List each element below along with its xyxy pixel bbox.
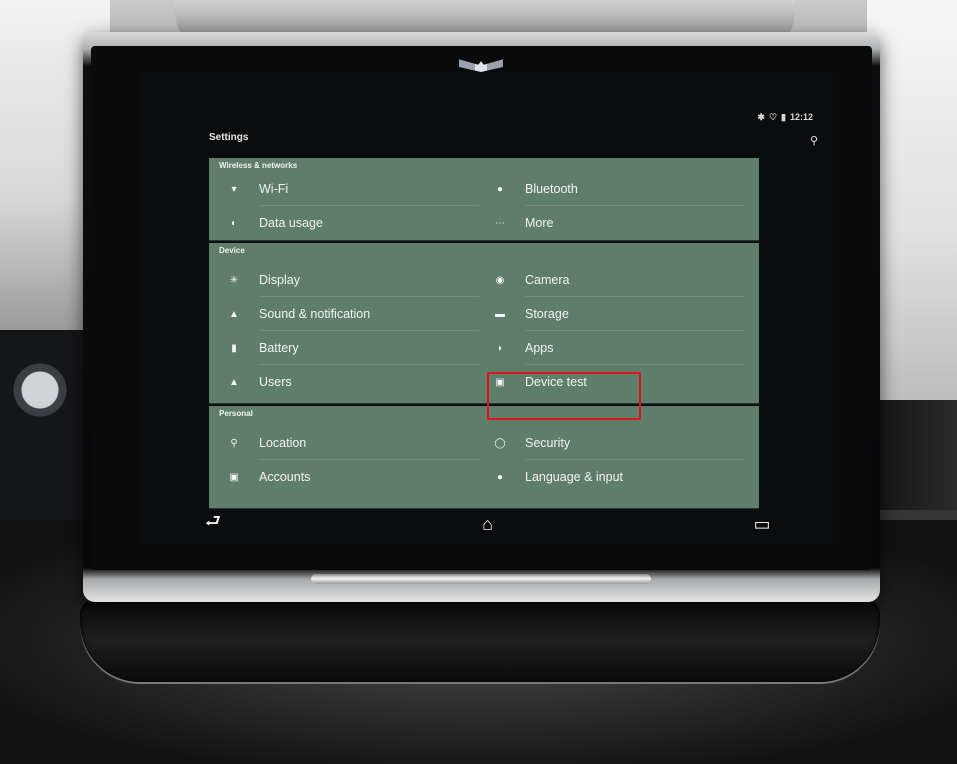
android-screen: ✱ ♡ ▮ 12:12 Settings ⚲ Wireless & networ…: [138, 72, 833, 544]
settings-item-device-test[interactable]: ▣ Device test: [493, 367, 743, 397]
settings-item-security[interactable]: ◯ Security: [493, 428, 743, 458]
section-header: Wireless & networks: [219, 161, 298, 170]
account-icon: ▣: [229, 471, 239, 483]
section-personal: Personal ⚲ Location ◯ Security ▣ Account…: [209, 406, 759, 508]
settings-item-label: Location: [259, 436, 307, 450]
divider: [525, 459, 745, 460]
battery-icon: ▮: [781, 112, 786, 122]
navigation-bar: ⮐ ⌂ ▭: [138, 504, 833, 544]
settings-item-label: Data usage: [259, 216, 323, 230]
status-bar: ✱ ♡ ▮ 12:12: [757, 110, 813, 124]
settings-item-label: Battery: [259, 341, 299, 355]
section-device: Device ✳ Display ◉ Camera ▲ Sound & noti…: [209, 243, 759, 403]
storage-icon: ▬: [495, 308, 505, 320]
divider: [259, 364, 479, 365]
device-test-icon: ▣: [495, 376, 505, 388]
search-icon[interactable]: ⚲: [807, 134, 821, 148]
more-icon: ⋯: [495, 217, 505, 229]
users-icon: ▲: [229, 376, 239, 388]
home-icon[interactable]: ⌂: [473, 512, 503, 536]
settings-item-sound-notification[interactable]: ▲ Sound & notification: [227, 299, 477, 329]
globe-icon: ●: [496, 471, 504, 483]
section-header: Device: [219, 246, 245, 255]
settings-list: Wireless & networks ▾ Wi-Fi ● Bluetooth …: [209, 158, 759, 508]
settings-item-label: More: [525, 216, 554, 230]
settings-item-location[interactable]: ⚲ Location: [227, 428, 477, 458]
settings-item-label: Apps: [525, 341, 554, 355]
divider: [525, 296, 745, 297]
settings-item-wifi[interactable]: ▾ Wi-Fi: [227, 174, 477, 204]
settings-item-label: Storage: [525, 307, 569, 321]
wifi-icon: ▾: [231, 183, 237, 195]
settings-item-accounts[interactable]: ▣ Accounts: [227, 462, 477, 492]
settings-item-label: Sound & notification: [259, 307, 371, 321]
camera-icon: ◉: [495, 274, 505, 286]
divider: [259, 296, 479, 297]
settings-item-label: Security: [525, 436, 571, 450]
settings-item-label: Wi-Fi: [259, 182, 289, 196]
monitor-tray: [80, 600, 880, 682]
settings-item-label: Accounts: [259, 470, 311, 484]
settings-item-data-usage[interactable]: ◐ Data usage: [227, 208, 477, 238]
settings-item-label: Language & input: [525, 470, 624, 484]
monitor-chrome-trim: [311, 574, 651, 584]
page-title: Settings: [209, 132, 249, 143]
car-window-right: [867, 0, 957, 400]
divider: [259, 330, 479, 331]
android-icon: ◗: [496, 342, 504, 354]
settings-item-display[interactable]: ✳ Display: [227, 265, 477, 295]
settings-item-label: Device test: [525, 375, 587, 389]
bluetooth-icon: ✱: [757, 112, 765, 122]
display-brightness-icon: ✳: [229, 274, 239, 286]
section-header: Personal: [219, 409, 253, 418]
settings-item-label: Display: [259, 273, 300, 287]
recents-icon[interactable]: ▭: [747, 512, 777, 536]
data-usage-icon: ◐: [230, 217, 238, 229]
settings-item-label: Camera: [525, 273, 570, 287]
settings-item-camera[interactable]: ◉ Camera: [493, 265, 743, 295]
divider: [525, 205, 745, 206]
settings-item-bluetooth[interactable]: ● Bluetooth: [493, 174, 743, 204]
winged-logo-icon: [453, 57, 509, 72]
location-pin-icon: ⚲: [230, 437, 238, 449]
divider: [525, 330, 745, 331]
back-icon[interactable]: ⮐: [198, 511, 228, 536]
settings-item-label: Users: [259, 375, 292, 389]
section-wireless-networks: Wireless & networks ▾ Wi-Fi ● Bluetooth …: [209, 158, 759, 240]
settings-item-users[interactable]: ▲ Users: [227, 367, 477, 397]
settings-item-battery[interactable]: ▮ Battery: [227, 333, 477, 363]
settings-item-storage[interactable]: ▬ Storage: [493, 299, 743, 329]
door-panel-right: [867, 400, 957, 510]
divider: [259, 205, 479, 206]
settings-item-apps[interactable]: ◗ Apps: [493, 333, 743, 363]
battery-icon: ▮: [231, 342, 237, 354]
lock-icon: ◯: [494, 437, 506, 449]
status-time: 12:12: [789, 112, 813, 122]
divider: [525, 364, 745, 365]
bluetooth-icon: ●: [496, 183, 504, 195]
bell-icon: ▲: [229, 308, 239, 320]
settings-item-label: Bluetooth: [525, 182, 578, 196]
settings-item-more[interactable]: ⋯ More: [493, 208, 743, 238]
divider: [259, 459, 479, 460]
wifi-icon: ♡: [768, 112, 778, 122]
settings-item-language-input[interactable]: ● Language & input: [493, 462, 743, 492]
